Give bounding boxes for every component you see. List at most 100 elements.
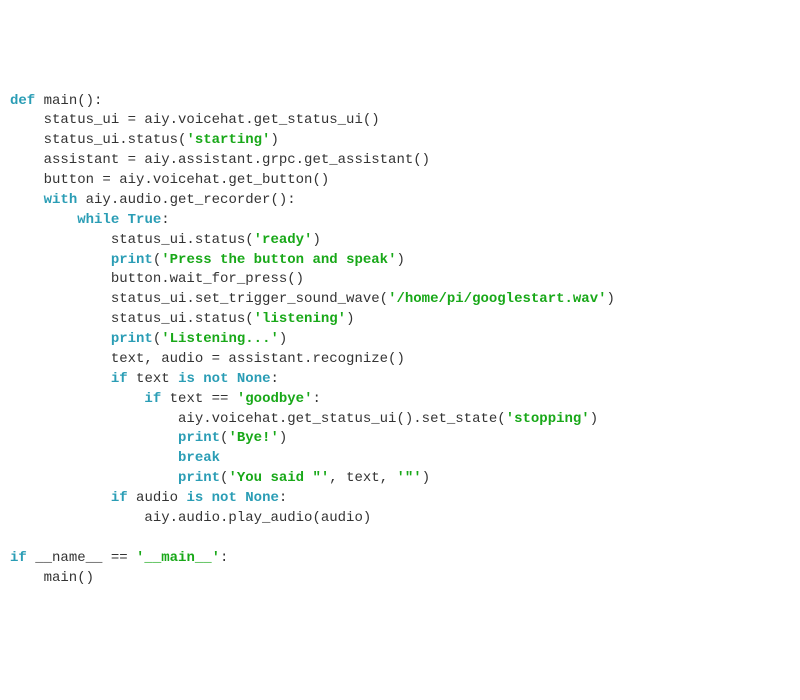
code-token: :	[271, 371, 279, 387]
code-token: True	[128, 212, 162, 228]
code-token: 'Bye!'	[228, 430, 278, 446]
code-line: def main():	[10, 92, 790, 112]
code-token: 'ready'	[254, 232, 313, 248]
code-token: :	[312, 391, 320, 407]
code-token: text, audio = assistant.recognize()	[10, 351, 405, 367]
code-token: status_ui.status(	[10, 132, 186, 148]
code-token: )	[607, 291, 615, 307]
code-token	[228, 371, 236, 387]
code-token: 'goodbye'	[237, 391, 313, 407]
code-token: button.wait_for_press()	[10, 271, 304, 287]
code-line: status_ui = aiy.voicehat.get_status_ui()	[10, 111, 790, 131]
code-token: while	[77, 212, 119, 228]
code-line	[10, 529, 790, 549]
code-token: aiy.audio.get_recorder():	[77, 192, 295, 208]
code-token: )	[590, 411, 598, 427]
code-token: '__main__'	[136, 550, 220, 566]
code-token: )	[312, 232, 320, 248]
code-token: (	[153, 252, 161, 268]
code-token: print	[111, 252, 153, 268]
code-token: text	[128, 371, 178, 387]
code-token	[10, 430, 178, 446]
code-token: main():	[35, 93, 102, 109]
code-token: None	[237, 371, 271, 387]
code-token: None	[245, 490, 279, 506]
code-token	[10, 450, 178, 466]
code-token	[10, 331, 111, 347]
code-token: is not	[178, 371, 228, 387]
code-token: text ==	[161, 391, 237, 407]
code-token	[10, 391, 144, 407]
code-token: print	[178, 430, 220, 446]
code-token: 'Listening...'	[161, 331, 279, 347]
code-token: , text,	[329, 470, 396, 486]
code-token: assistant = aiy.assistant.grpc.get_assis…	[10, 152, 430, 168]
code-line: status_ui.status('listening')	[10, 310, 790, 330]
code-token: )	[346, 311, 354, 327]
code-token: status_ui.set_trigger_sound_wave(	[10, 291, 388, 307]
code-token: main()	[10, 570, 94, 586]
code-line: print('Listening...')	[10, 330, 790, 350]
code-token: def	[10, 93, 35, 109]
code-line: assistant = aiy.assistant.grpc.get_assis…	[10, 151, 790, 171]
code-token	[10, 371, 111, 387]
code-token: '/home/pi/googlestart.wav'	[388, 291, 606, 307]
code-line: with aiy.audio.get_recorder():	[10, 191, 790, 211]
code-line: print('You said "', text, '"')	[10, 469, 790, 489]
code-token: is not	[186, 490, 236, 506]
code-token: )	[422, 470, 430, 486]
code-token: if	[10, 550, 27, 566]
code-token: audio	[128, 490, 187, 506]
code-token: print	[111, 331, 153, 347]
code-line: status_ui.set_trigger_sound_wave('/home/…	[10, 290, 790, 310]
code-line: if audio is not None:	[10, 489, 790, 509]
code-token	[10, 212, 77, 228]
code-token: :	[161, 212, 169, 228]
code-token: if	[111, 371, 128, 387]
code-line: text, audio = assistant.recognize()	[10, 350, 790, 370]
code-token: if	[144, 391, 161, 407]
code-line: status_ui.status('ready')	[10, 231, 790, 251]
code-line: if __name__ == '__main__':	[10, 549, 790, 569]
code-token: (	[153, 331, 161, 347]
code-line: while True:	[10, 211, 790, 231]
code-token	[10, 470, 178, 486]
code-line: break	[10, 449, 790, 469]
code-token: break	[178, 450, 220, 466]
code-line: print('Press the button and speak')	[10, 251, 790, 271]
code-token: print	[178, 470, 220, 486]
code-token: status_ui.status(	[10, 232, 254, 248]
code-line: aiy.audio.play_audio(audio)	[10, 509, 790, 529]
code-token: )	[279, 430, 287, 446]
code-token: )	[279, 331, 287, 347]
code-token: 'Press the button and speak'	[161, 252, 396, 268]
code-token: aiy.voicehat.get_status_ui().set_state(	[10, 411, 506, 427]
code-token: 'stopping'	[506, 411, 590, 427]
code-block: def main(): status_ui = aiy.voicehat.get…	[10, 92, 790, 589]
code-line: if text is not None:	[10, 370, 790, 390]
code-token: with	[44, 192, 78, 208]
code-token: __name__ ==	[27, 550, 136, 566]
code-token	[10, 192, 44, 208]
code-token: 'You said "'	[228, 470, 329, 486]
code-line: aiy.voicehat.get_status_ui().set_state('…	[10, 410, 790, 430]
code-token	[10, 490, 111, 506]
code-token: 'listening'	[254, 311, 346, 327]
code-line: main()	[10, 569, 790, 589]
code-token: if	[111, 490, 128, 506]
code-token: '"'	[397, 470, 422, 486]
code-token: button = aiy.voicehat.get_button()	[10, 172, 329, 188]
code-line: button = aiy.voicehat.get_button()	[10, 171, 790, 191]
code-line: print('Bye!')	[10, 429, 790, 449]
code-token: aiy.audio.play_audio(audio)	[10, 510, 371, 526]
code-token: 'starting'	[186, 132, 270, 148]
code-token: :	[279, 490, 287, 506]
code-token	[119, 212, 127, 228]
code-token: :	[220, 550, 228, 566]
code-line: button.wait_for_press()	[10, 270, 790, 290]
code-token: )	[397, 252, 405, 268]
code-token: status_ui.status(	[10, 311, 254, 327]
code-line: if text == 'goodbye':	[10, 390, 790, 410]
code-token	[10, 252, 111, 268]
code-line: status_ui.status('starting')	[10, 131, 790, 151]
